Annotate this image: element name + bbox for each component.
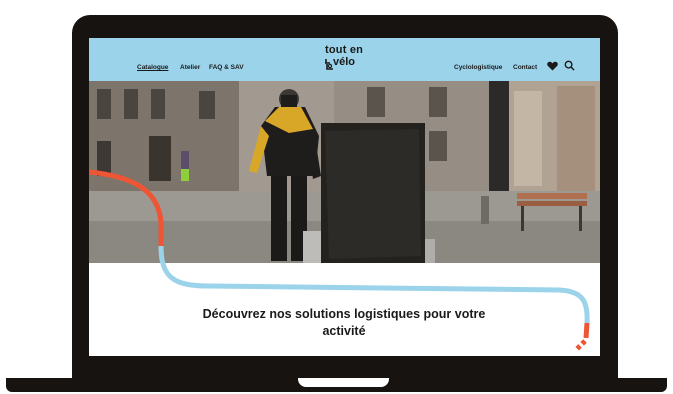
headline-line2: activité xyxy=(322,324,366,338)
site-header: Catalogue Atelier FAQ & SAV tout en vélo… xyxy=(89,38,600,81)
laptop-screen: Catalogue Atelier FAQ & SAV tout en vélo… xyxy=(89,38,600,356)
hero-photo xyxy=(89,81,600,263)
logo-line2: vélo xyxy=(333,56,356,68)
logo-line1: tout en xyxy=(325,44,364,56)
nav-contact[interactable]: Contact xyxy=(513,64,537,71)
nav-cyclologistique[interactable]: Cyclologistique xyxy=(454,64,502,71)
headline-line1: Découvrez nos solutions logistiques pour… xyxy=(202,307,486,321)
page-headline: Découvrez nos solutions logistiques pour… xyxy=(149,306,539,340)
heart-icon[interactable] xyxy=(547,61,558,71)
hero-image xyxy=(89,81,600,263)
nav-atelier[interactable]: Atelier xyxy=(180,64,200,71)
laptop-notch xyxy=(298,378,389,387)
search-icon[interactable] xyxy=(564,60,575,71)
nav-catalogue[interactable]: Catalogue xyxy=(137,64,168,71)
site-logo[interactable]: tout en vélo xyxy=(319,44,379,74)
nav-faq-sav[interactable]: FAQ & SAV xyxy=(209,64,244,71)
